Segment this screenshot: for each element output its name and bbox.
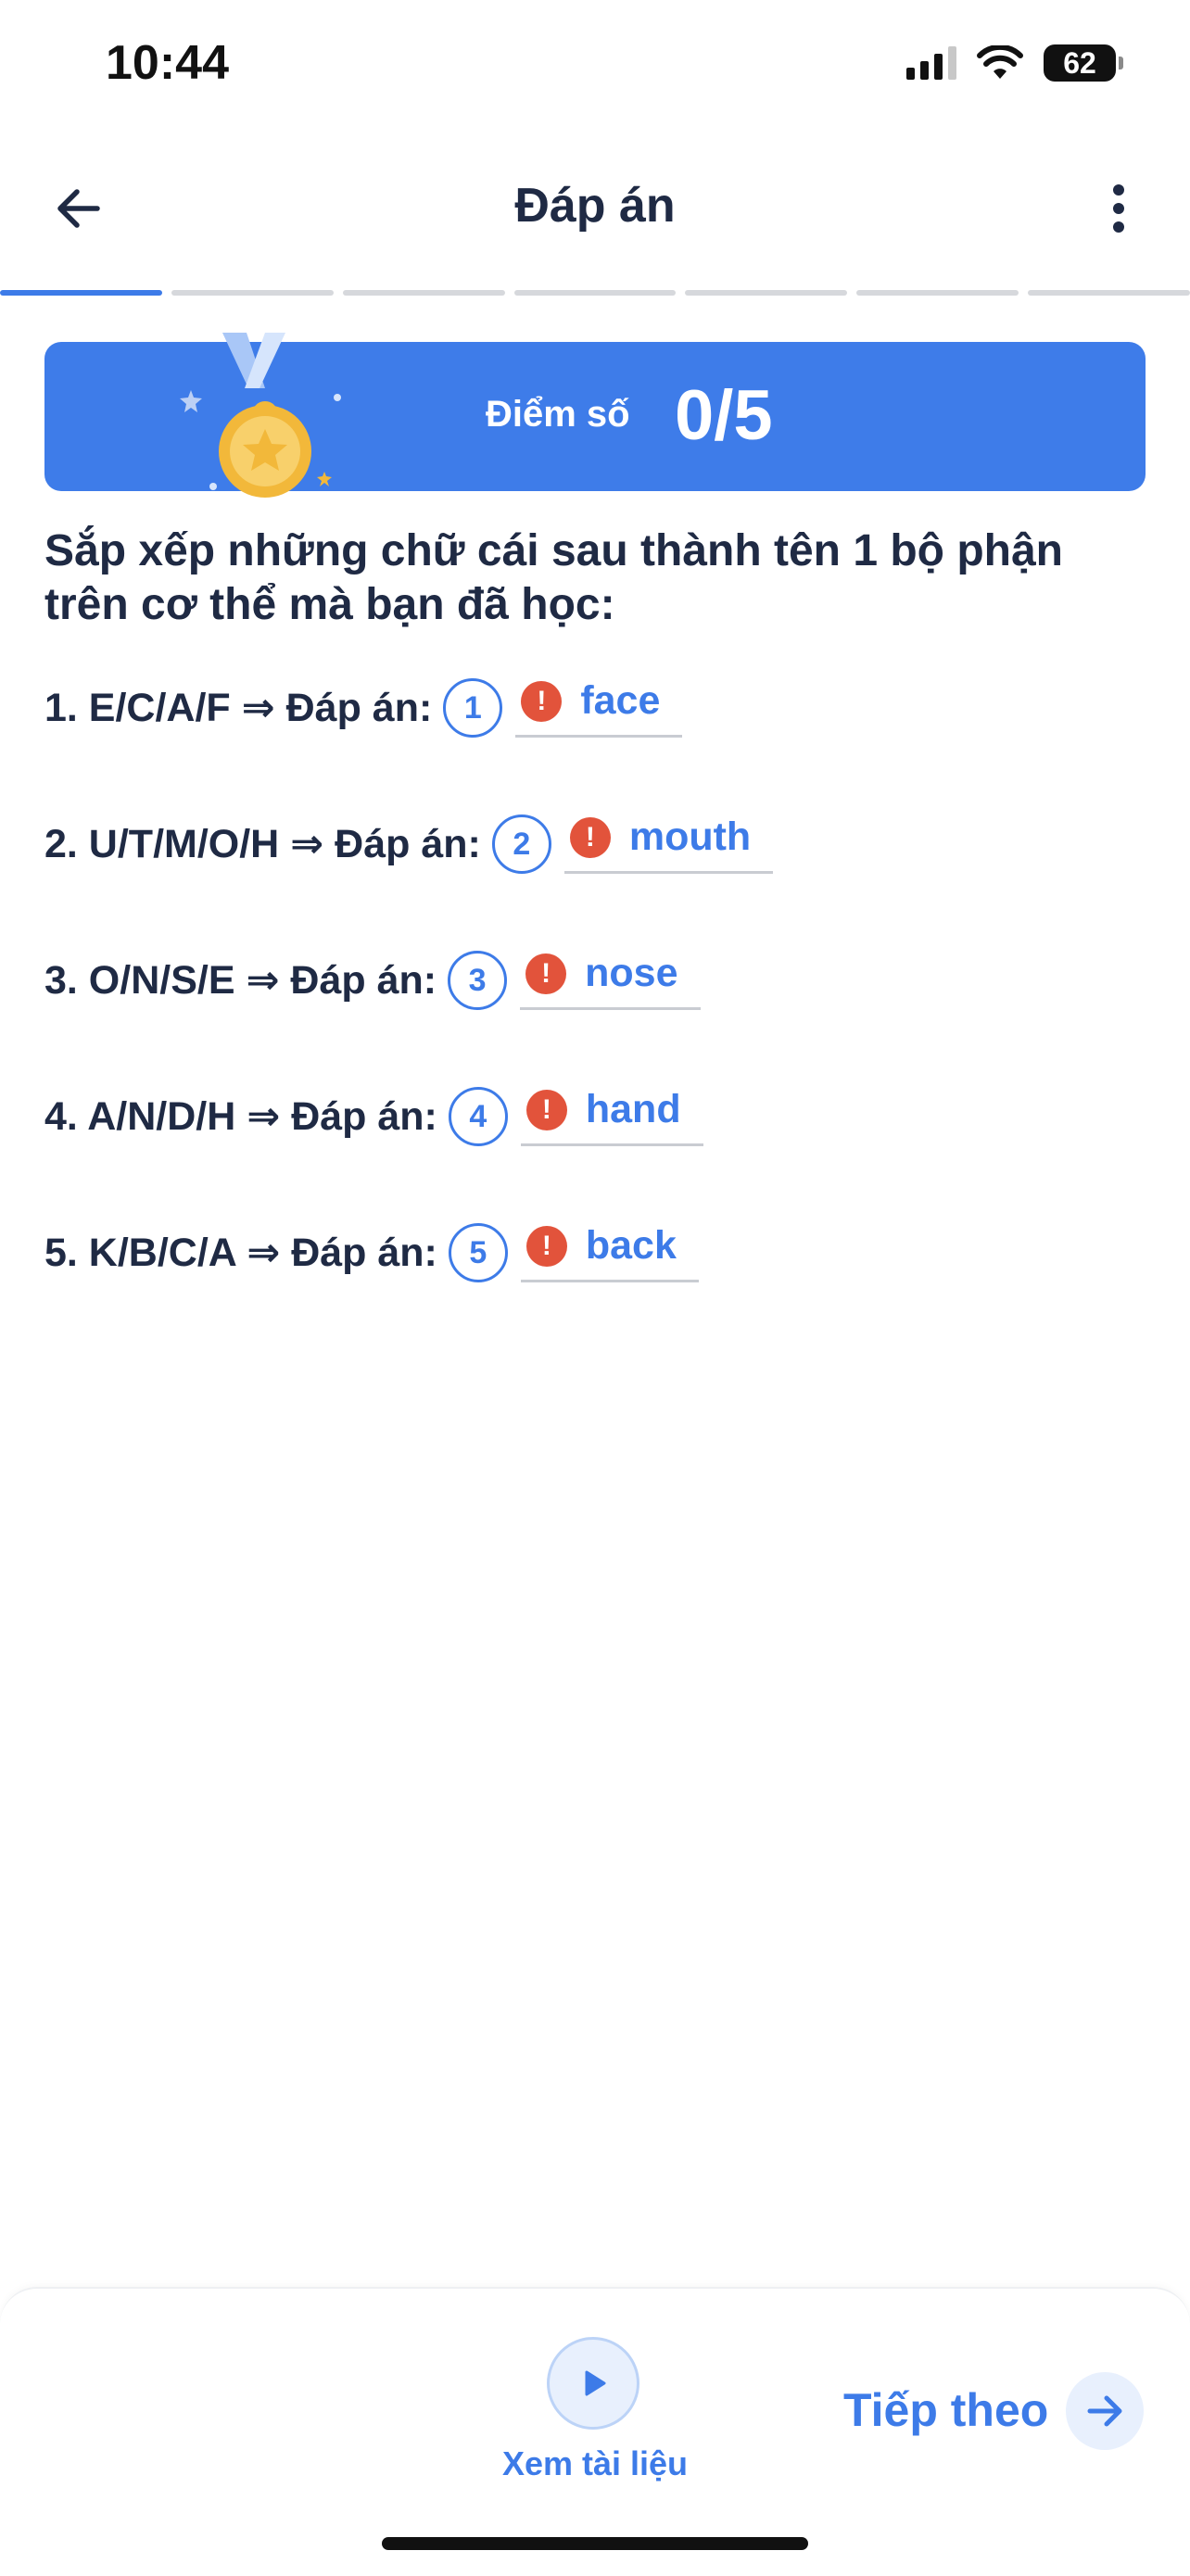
wrong-answer-icon: ! [521,680,563,722]
next-button[interactable] [1066,2372,1144,2450]
question-item: 4. A/N/D/H ⇒ Đáp án: 4 ! hand [44,1080,703,1154]
bottom-action-bar: Xem tài liệu Tiếp theo [0,2287,1190,2576]
view-document-button[interactable] [547,2337,639,2430]
battery-icon: 62 [1044,44,1123,82]
question-text: 3. O/N/S/E ⇒ Đáp án: [44,958,437,1003]
header: Đáp án [0,158,1190,259]
wrong-answer-icon: ! [525,1225,567,1267]
arrow-right-icon [1087,2395,1122,2427]
wrong-answer-icon: ! [569,816,611,858]
question-text: 1. E/C/A/F ⇒ Đáp án: [44,686,433,730]
question-item: 3. O/N/S/E ⇒ Đáp án: 3 ! nose [44,943,701,1017]
question-number-badge: 2 [491,814,551,874]
question-number-badge: 3 [448,951,508,1010]
answer-field[interactable]: ! nose [520,941,701,1010]
question-prompt: Sắp xếp những chữ cái sau thành tên 1 bộ… [44,526,1063,629]
score-label: Điểm số [486,394,630,435]
progress-segment [685,290,848,296]
answer-text: nose [585,951,678,995]
question-number-badge: 5 [448,1223,508,1282]
question-text: 2. U/T/M/O/H ⇒ Đáp án: [44,822,481,866]
wrong-answer-icon: ! [525,1089,567,1130]
progress-segment [171,290,334,296]
score-banner: Điểm số 0/5 [44,333,1146,498]
status-bar: 10:44 62 [0,0,1190,139]
wifi-icon [977,45,1023,79]
progress-segment [1028,290,1190,296]
status-icons: 62 [906,44,1123,82]
progress-segment [0,290,162,296]
answer-text: hand [585,1087,681,1131]
medal-icon [180,333,341,498]
question-progress-bar [0,290,1190,296]
status-time: 10:44 [106,36,229,90]
more-options-button[interactable] [1084,174,1153,243]
play-icon [585,2370,606,2396]
question-text: 4. A/N/D/H ⇒ Đáp án: [44,1094,437,1139]
answer-text: mouth [628,814,752,859]
answer-text: face [580,678,661,723]
wrong-answer-icon: ! [525,953,567,994]
answer-field[interactable]: ! back [520,1213,699,1282]
home-indicator[interactable] [382,2537,808,2550]
answer-field[interactable]: ! face [515,668,683,738]
view-document-label[interactable]: Xem tài liệu [463,2444,727,2483]
progress-segment [856,290,1019,296]
progress-segment [342,290,505,296]
page-title: Đáp án [514,179,676,233]
question-item: 2. U/T/M/O/H ⇒ Đáp án: 2 ! mouth [44,804,774,881]
answer-text: back [585,1223,677,1268]
question-number-badge: 1 [443,678,503,738]
answer-field[interactable]: ! mouth [563,804,774,874]
cellular-signal-icon [906,46,956,80]
question-text: 5. K/B/C/A ⇒ Đáp án: [44,1231,437,1275]
score-value: 0/5 [675,376,773,455]
progress-segment [513,290,677,296]
question-item: 5. K/B/C/A ⇒ Đáp án: 5 ! back [44,1216,699,1290]
question-number-badge: 4 [448,1087,508,1146]
answer-field[interactable]: ! hand [520,1077,703,1146]
more-vertical-icon [1113,184,1124,233]
question-item: 1. E/C/A/F ⇒ Đáp án: 1 ! face [44,668,683,745]
next-button-label[interactable]: Tiếp theo [843,2383,1048,2437]
